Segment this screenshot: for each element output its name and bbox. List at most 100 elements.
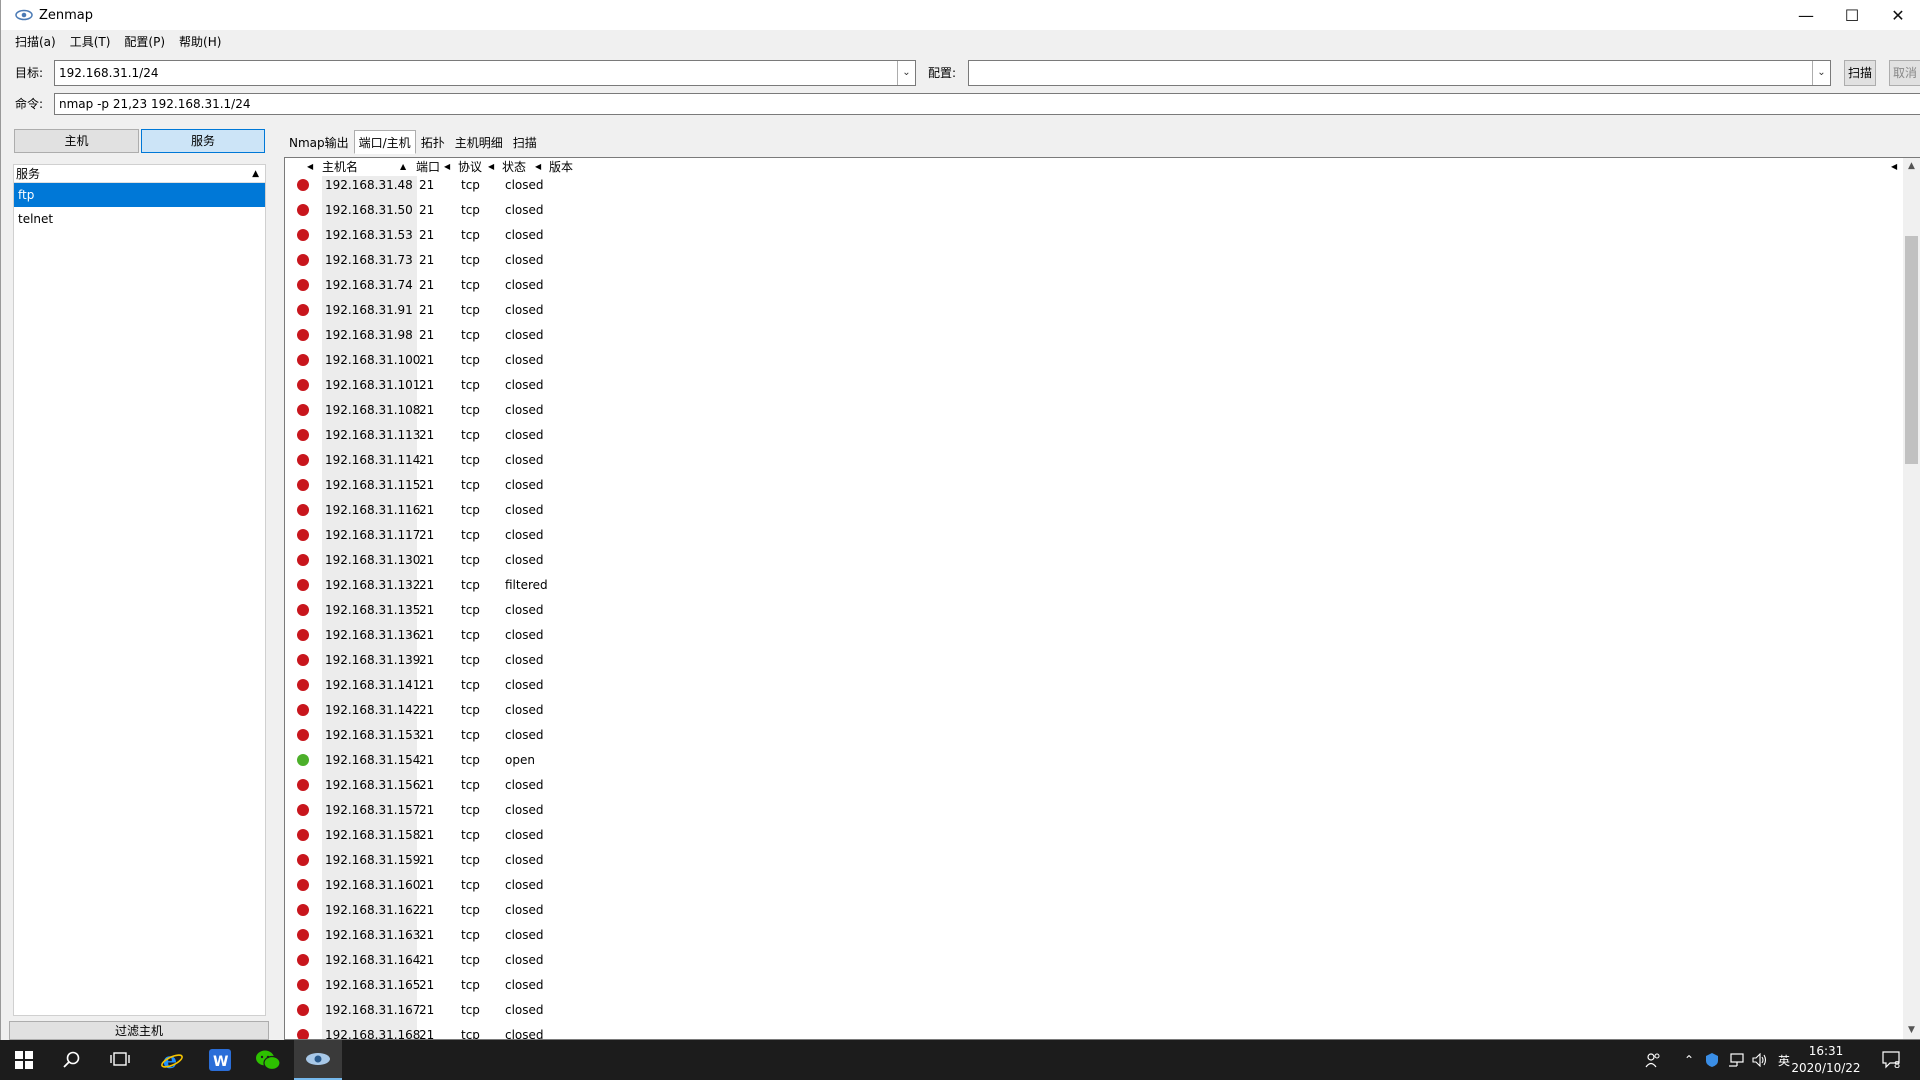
cell-state: closed <box>505 203 544 217</box>
table-row[interactable]: 192.168.31.165 21 tcp closed <box>285 976 1905 1001</box>
cell-protocol: tcp <box>461 278 480 292</box>
people-icon[interactable] <box>1638 1040 1668 1080</box>
table-row[interactable]: 192.168.31.162 21 tcp closed <box>285 901 1905 926</box>
column-state[interactable]: 状态 <box>502 158 526 176</box>
search-icon[interactable] <box>48 1040 96 1080</box>
tab-nmap-output[interactable]: Nmap输出 <box>284 130 354 154</box>
profile-combo[interactable]: ⌄ <box>968 60 1831 86</box>
cell-host: 192.168.31.165 <box>325 978 421 992</box>
table-row[interactable]: 192.168.31.164 21 tcp closed <box>285 951 1905 976</box>
cell-host: 192.168.31.168 <box>325 1028 421 1040</box>
close-button[interactable]: ✕ <box>1875 0 1920 30</box>
table-row[interactable]: 192.168.31.130 21 tcp closed <box>285 551 1905 576</box>
table-row[interactable]: 192.168.31.160 21 tcp closed <box>285 876 1905 901</box>
command-input[interactable]: nmap -p 21,23 192.168.31.1/24 <box>54 93 1920 115</box>
scroll-down-icon[interactable]: ▼ <box>1903 1022 1920 1039</box>
table-row[interactable]: 192.168.31.108 21 tcp closed <box>285 401 1905 426</box>
cell-state: closed <box>505 1028 544 1040</box>
column-version[interactable]: 版本 <box>549 158 573 176</box>
table-row[interactable]: 192.168.31.100 21 tcp closed <box>285 351 1905 376</box>
cell-port: 21 <box>419 928 435 942</box>
column-protocol[interactable]: 协议 <box>458 158 482 176</box>
cell-protocol: tcp <box>461 228 480 242</box>
wps-writer-icon[interactable]: W <box>196 1040 244 1080</box>
scroll-up-icon[interactable]: ▲ <box>1903 158 1920 175</box>
table-row[interactable]: 192.168.31.139 21 tcp closed <box>285 651 1905 676</box>
service-item-telnet[interactable]: telnet <box>14 207 265 231</box>
state-dot-icon <box>297 204 309 216</box>
windows-start-icon[interactable] <box>0 1040 48 1080</box>
system-clock[interactable]: 16:31 2020/10/22 <box>1786 1043 1866 1077</box>
chevron-down-icon[interactable]: ⌄ <box>897 61 915 85</box>
volume-icon[interactable] <box>1749 1040 1771 1080</box>
minimize-button[interactable]: — <box>1783 0 1829 30</box>
maximize-button[interactable]: ☐ <box>1829 0 1875 30</box>
table-row[interactable]: 192.168.31.114 21 tcp closed <box>285 451 1905 476</box>
sort-left-icon: ◀ <box>1891 162 1898 171</box>
cell-host: 192.168.31.114 <box>325 453 421 467</box>
hosts-toggle-button[interactable]: 主机 <box>14 129 139 153</box>
service-item-ftp[interactable]: ftp <box>14 183 265 207</box>
zenmap-icon[interactable] <box>294 1040 342 1080</box>
chevron-up-icon[interactable]: ⌃ <box>1678 1040 1700 1080</box>
table-row[interactable]: 192.168.31.153 21 tcp closed <box>285 726 1905 751</box>
table-row[interactable]: 192.168.31.156 21 tcp closed <box>285 776 1905 801</box>
scrollbar-thumb[interactable] <box>1905 236 1918 464</box>
scan-button[interactable]: 扫描 <box>1844 60 1876 86</box>
network-icon[interactable] <box>1725 1040 1747 1080</box>
column-host[interactable]: 主机名 <box>322 158 358 176</box>
vertical-scrollbar[interactable]: ▲ ▼ <box>1903 158 1920 1039</box>
tab-topology[interactable]: 拓扑 <box>416 130 450 154</box>
table-row[interactable]: 192.168.31.115 21 tcp closed <box>285 476 1905 501</box>
table-row[interactable]: 192.168.31.101 21 tcp closed <box>285 376 1905 401</box>
services-toggle-button[interactable]: 服务 <box>141 129 265 153</box>
tab-host-details[interactable]: 主机明细 <box>450 130 508 154</box>
state-dot-icon <box>297 779 309 791</box>
table-row[interactable]: 192.168.31.142 21 tcp closed <box>285 701 1905 726</box>
table-row[interactable]: 192.168.31.91 21 tcp closed <box>285 301 1905 326</box>
cell-protocol: tcp <box>461 578 480 592</box>
filter-hosts-button[interactable]: 过滤主机 <box>9 1021 269 1040</box>
cancel-button[interactable]: 取消 <box>1889 60 1920 86</box>
ie-browser-icon[interactable]: e <box>148 1040 196 1080</box>
table-row[interactable]: 192.168.31.48 21 tcp closed <box>285 176 1905 201</box>
table-row[interactable]: 192.168.31.132 21 tcp filtered <box>285 576 1905 601</box>
state-dot-icon <box>297 504 309 516</box>
table-row[interactable]: 192.168.31.158 21 tcp closed <box>285 826 1905 851</box>
chevron-down-icon[interactable]: ⌄ <box>1812 61 1830 85</box>
table-row[interactable]: 192.168.31.154 21 tcp open <box>285 751 1905 776</box>
table-row[interactable]: 192.168.31.113 21 tcp closed <box>285 426 1905 451</box>
table-row[interactable]: 192.168.31.167 21 tcp closed <box>285 1001 1905 1026</box>
notifications-icon[interactable]: 8 <box>1866 1040 1916 1080</box>
table-row[interactable]: 192.168.31.163 21 tcp closed <box>285 926 1905 951</box>
table-row[interactable]: 192.168.31.159 21 tcp closed <box>285 851 1905 876</box>
column-port[interactable]: 端口 <box>416 158 440 176</box>
menu-help[interactable]: 帮助(H) <box>179 32 221 52</box>
cell-state: closed <box>505 503 544 517</box>
table-row[interactable]: 192.168.31.117 21 tcp closed <box>285 526 1905 551</box>
security-shield-icon[interactable] <box>1701 1040 1723 1080</box>
tab-ports-hosts[interactable]: 端口/主机 <box>353 130 416 154</box>
table-row[interactable]: 192.168.31.50 21 tcp closed <box>285 201 1905 226</box>
target-combo[interactable]: 192.168.31.1/24 ⌄ <box>54 60 916 86</box>
table-row[interactable]: 192.168.31.73 21 tcp closed <box>285 251 1905 276</box>
menu-profile[interactable]: 配置(P) <box>124 32 165 52</box>
table-row[interactable]: 192.168.31.74 21 tcp closed <box>285 276 1905 301</box>
table-row[interactable]: 192.168.31.168 21 tcp closed <box>285 1026 1905 1040</box>
wechat-icon[interactable] <box>244 1040 292 1080</box>
tab-scans[interactable]: 扫描 <box>508 130 542 154</box>
services-list-header[interactable]: 服务 ▲ <box>14 165 265 183</box>
cell-port: 21 <box>419 653 435 667</box>
task-view-icon[interactable] <box>96 1040 144 1080</box>
table-row[interactable]: 192.168.31.136 21 tcp closed <box>285 626 1905 651</box>
table-row[interactable]: 192.168.31.157 21 tcp closed <box>285 801 1905 826</box>
table-row[interactable]: 192.168.31.98 21 tcp closed <box>285 326 1905 351</box>
menu-tools[interactable]: 工具(T) <box>70 32 111 52</box>
table-row[interactable]: 192.168.31.141 21 tcp closed <box>285 676 1905 701</box>
cell-port: 21 <box>419 403 435 417</box>
table-row[interactable]: 192.168.31.116 21 tcp closed <box>285 501 1905 526</box>
table-row[interactable]: 192.168.31.53 21 tcp closed <box>285 226 1905 251</box>
cell-port: 21 <box>419 303 435 317</box>
menu-scan[interactable]: 扫描(a) <box>15 32 56 52</box>
table-row[interactable]: 192.168.31.135 21 tcp closed <box>285 601 1905 626</box>
